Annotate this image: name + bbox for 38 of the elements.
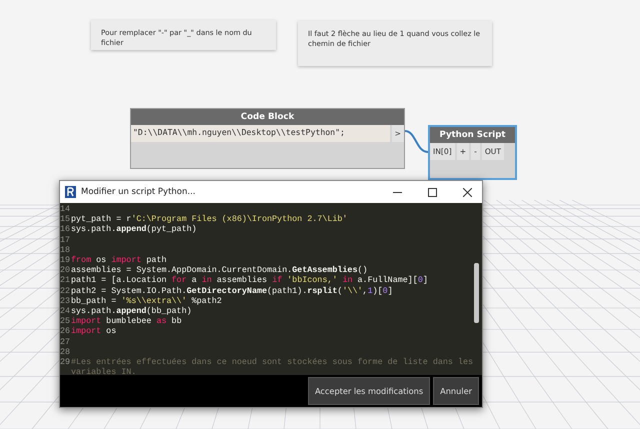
code-line: sys.path.append(bb_path)	[71, 306, 193, 316]
code-line: import bumblebee as bb	[71, 316, 183, 326]
code-line: pyt_path = r'C:\Program Files (x86)\IronPython 2.7\Lib'	[71, 214, 348, 224]
line-number: 28	[60, 346, 71, 358]
line-number: 25	[60, 316, 71, 326]
connector-wire	[404, 128, 430, 156]
code-line: #Les entrées effectuées dans ce noeud sont stockées sous forme de liste dans les variables IN.	[71, 357, 474, 375]
line-number: 17	[60, 234, 71, 245]
code-line: assemblies = System.AppDomain.CurrentDomain.GetAssemblies()	[71, 265, 369, 276]
code-input[interactable]: "D:\\DATA\\mh.nguyen\\Desktop\\testPython";	[131, 125, 390, 142]
line-number: 29	[60, 357, 71, 370]
code-line: import os	[71, 326, 118, 337]
line-number: 27	[60, 336, 71, 347]
close-icon	[462, 188, 472, 196]
line-number: 14	[60, 204, 71, 214]
line-number: 21	[60, 275, 71, 286]
line-number: 24	[60, 306, 71, 316]
accept-button[interactable]: Accepter les modifications	[308, 377, 430, 405]
cancel-button[interactable]: Annuler	[433, 377, 479, 405]
line-number: 15	[60, 214, 71, 224]
line-number: 20	[60, 265, 71, 276]
line-number: 16	[60, 224, 71, 235]
line-number: 19	[60, 255, 71, 266]
scrollbar-thumb[interactable]	[474, 263, 479, 323]
maximize-icon	[428, 188, 436, 196]
line-number: 18	[60, 244, 71, 256]
code-line: sys.path.append(pyt_path)	[71, 224, 198, 235]
line-number: 23	[60, 296, 71, 306]
code-line: path1 = [a.Location for a in assemblies if 'bbIcons,' in a.FullName][0]	[71, 275, 429, 286]
line-number: 22	[60, 286, 71, 296]
code-line: from os import path	[71, 255, 168, 266]
node-title: Code Block	[131, 109, 404, 125]
line-number: 26	[60, 326, 71, 337]
app-logo-icon	[65, 186, 76, 198]
code-line: bb_path = '%s\\extra\\' %path2	[71, 296, 223, 306]
code-line: path2 = System.IO.Path.GetDirectoryName(path1).rsplit('\\',1)[0]	[71, 286, 394, 296]
node-title: Python Script	[430, 127, 515, 143]
window-title: Modifier un script Python...	[81, 187, 197, 197]
